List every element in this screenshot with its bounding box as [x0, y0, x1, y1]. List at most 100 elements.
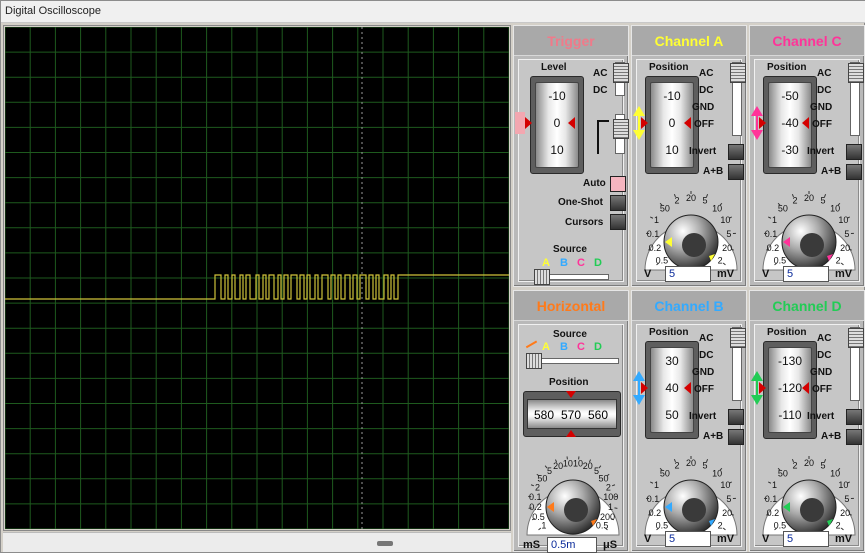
- horizontal-source-slider[interactable]: [526, 353, 619, 369]
- trigger-source-slider[interactable]: [534, 269, 609, 285]
- channel_b-coupling-off[interactable]: OFF: [694, 384, 714, 395]
- cursors-button[interactable]: [610, 214, 626, 230]
- horizontal-scrollbar[interactable]: [3, 532, 511, 552]
- channel_a-coupling-off[interactable]: OFF: [694, 119, 714, 130]
- edge-slider-thumb[interactable]: [613, 119, 629, 139]
- source-a[interactable]: A: [542, 257, 550, 269]
- horizontal-source-thumb[interactable]: [526, 353, 542, 369]
- channel_d-volts-value-field[interactable]: 5: [783, 531, 829, 547]
- channel_a-header: Channel A: [632, 26, 746, 56]
- channel_b-coupling-slider[interactable]: [730, 327, 746, 401]
- channel_b-coupling-ac[interactable]: AC: [699, 333, 713, 344]
- channel_d-unit-mv: mV: [835, 533, 853, 545]
- timebase-value-field[interactable]: 0.5m: [547, 537, 597, 553]
- channel_c-volts-value-field[interactable]: 5: [783, 266, 829, 282]
- channel_a-invert-label: Invert: [689, 146, 717, 157]
- source-d[interactable]: D: [594, 257, 602, 269]
- dial-scale-label: 20: [804, 193, 814, 203]
- trigger-coupling-slider[interactable]: [613, 62, 629, 96]
- mode-one-shot-label: One-Shot: [558, 197, 603, 208]
- trigger-body: Level -10 0 10 AC DC Auto One-Shot Curso…: [515, 59, 629, 285]
- channel_d-coupling-ac[interactable]: AC: [817, 333, 831, 344]
- channel_d-coupling-gnd[interactable]: GND: [810, 367, 832, 378]
- h-pointer-bottom-icon: [566, 430, 576, 437]
- coupling-slider-thumb[interactable]: [613, 63, 629, 83]
- trigger-edge-slider[interactable]: [613, 114, 629, 154]
- dial-scale-label: 20: [686, 193, 696, 203]
- channel_c-coupling-slider[interactable]: [848, 62, 864, 136]
- channel_c-coupling-gnd[interactable]: GND: [810, 102, 832, 113]
- channel_c-pointer-right-icon: [802, 117, 809, 129]
- channel_c-invert-button[interactable]: [846, 144, 862, 160]
- dial-scale-label: 2: [674, 461, 679, 471]
- h-tick: 560: [588, 408, 609, 422]
- channel_b-volts-value-field[interactable]: 5: [665, 531, 711, 547]
- dial-tick: [650, 481, 654, 484]
- channel_d-title: Channel D: [772, 298, 842, 314]
- channel_d-coupling-dc[interactable]: DC: [817, 350, 831, 361]
- coupling-ac[interactable]: AC: [593, 68, 607, 79]
- channel_a-coupling-gnd[interactable]: GND: [692, 102, 714, 113]
- source-c[interactable]: C: [577, 257, 585, 269]
- dial-scale-label: 1: [654, 480, 659, 490]
- dial-scale-label: 20: [583, 461, 593, 471]
- dial-scale-label: 0.2: [649, 508, 662, 518]
- channel_a-volts-value-field[interactable]: 5: [665, 266, 711, 282]
- channel-d-panel: Channel D Position -130 -120 -110 AC DC …: [749, 290, 865, 552]
- h-source-d[interactable]: D: [594, 341, 602, 353]
- channel_b-coupling-dc[interactable]: DC: [699, 350, 713, 361]
- dial-scale-label: 20: [553, 461, 563, 471]
- scrollbar-thumb[interactable]: [377, 541, 393, 546]
- timebase-knob[interactable]: 10.50.20.1250520 10 10 20550210012000.5: [519, 439, 627, 551]
- channel_c-coupling-dc[interactable]: DC: [817, 85, 831, 96]
- channel_b-body: Position 30 40 50 AC DC GND OFF Invert A…: [633, 324, 746, 547]
- channel_d-offset-arrows-icon: [751, 371, 763, 405]
- horizontal-position-drum[interactable]: 580 570 560: [527, 399, 617, 429]
- one-shot-button[interactable]: [610, 195, 626, 211]
- h-source-c[interactable]: C: [577, 341, 585, 353]
- auto-button[interactable]: [610, 176, 626, 192]
- h-source-a[interactable]: A: [542, 341, 550, 353]
- channel_d-body: Position -130 -120 -110 AC DC GND OFF In…: [751, 324, 864, 547]
- channel_d-invert-button[interactable]: [846, 409, 862, 425]
- dial-scale-label: 0.2: [767, 243, 780, 253]
- channel_a-invert-button[interactable]: [728, 144, 744, 160]
- dial-scale-label: 5: [821, 461, 826, 471]
- dial-tick: [530, 484, 535, 487]
- coupling-dc[interactable]: DC: [593, 85, 607, 96]
- oscilloscope-screen[interactable]: [4, 26, 510, 530]
- channel_a-coupling-thumb[interactable]: [730, 63, 746, 83]
- channel_a-coupling-slider[interactable]: [730, 62, 746, 136]
- channel_a-coupling-ac[interactable]: AC: [699, 68, 713, 79]
- drum-tick: -50: [781, 89, 799, 103]
- trigger-header: Trigger: [514, 26, 628, 56]
- channel_c-coupling-off[interactable]: OFF: [812, 119, 832, 130]
- trigger-source-thumb[interactable]: [534, 269, 550, 285]
- source-b[interactable]: B: [560, 257, 568, 269]
- channel_b-unit-mv: mV: [717, 533, 735, 545]
- channel_c-coupling-ac[interactable]: AC: [817, 68, 831, 79]
- dial-scale-label: 0.5: [532, 512, 545, 522]
- channel_c-unit-mv: mV: [835, 268, 853, 280]
- channel_a-coupling-dc[interactable]: DC: [699, 85, 713, 96]
- dial-scale-label: 2: [836, 255, 841, 265]
- channel_b-coupling-thumb[interactable]: [730, 328, 746, 348]
- channel_d-coupling-thumb[interactable]: [848, 328, 864, 348]
- h-tick: 580: [534, 408, 555, 422]
- channel_a-body: Position -10 0 10 AC DC GND OFF Invert A…: [633, 59, 746, 282]
- channel_b-invert-button[interactable]: [728, 409, 744, 425]
- dial-tick: [768, 481, 772, 484]
- channel_c-coupling-thumb[interactable]: [848, 63, 864, 83]
- channel_b-coupling-gnd[interactable]: GND: [692, 367, 714, 378]
- channel_d-coupling-slider[interactable]: [848, 327, 864, 401]
- dial-scale-label: 10: [563, 458, 573, 468]
- channel_d-coupling-off[interactable]: OFF: [812, 384, 832, 395]
- channel-c-panel: Channel C Position -50 -40 -30 AC DC GND…: [749, 25, 865, 287]
- dial-scale-label: 20: [840, 243, 850, 253]
- channel-a-panel: Channel A Position -10 0 10 AC DC GND OF…: [631, 25, 747, 287]
- channel_c-offset-arrows-icon: [751, 106, 763, 140]
- dial-scale-label: 10: [573, 458, 583, 468]
- title-bar: Digital Oscilloscope: [1, 1, 865, 23]
- h-source-b[interactable]: B: [560, 341, 568, 353]
- trigger-source-label: Source: [553, 244, 587, 255]
